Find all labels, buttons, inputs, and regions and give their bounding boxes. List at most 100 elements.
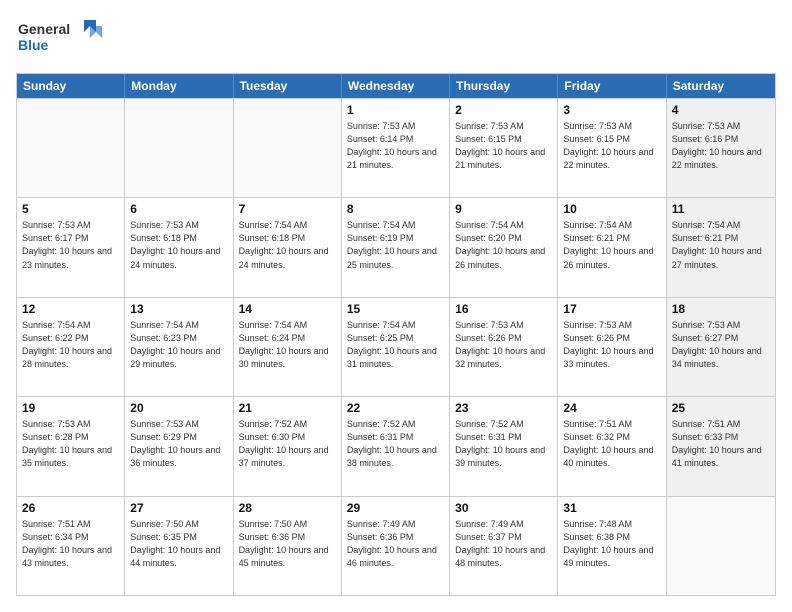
day-info: Sunrise: 7:54 AM Sunset: 6:20 PM Dayligh…	[455, 219, 552, 271]
day-number: 8	[347, 202, 444, 216]
day-number: 22	[347, 401, 444, 415]
day-info: Sunrise: 7:52 AM Sunset: 6:31 PM Dayligh…	[455, 418, 552, 470]
day-info: Sunrise: 7:52 AM Sunset: 6:30 PM Dayligh…	[239, 418, 336, 470]
day-number: 31	[563, 501, 660, 515]
cal-cell-22: 22 Sunrise: 7:52 AM Sunset: 6:31 PM Dayli…	[342, 397, 450, 495]
cal-cell-13: 13 Sunrise: 7:54 AM Sunset: 6:23 PM Dayli…	[125, 298, 233, 396]
logo: General Blue	[16, 16, 106, 63]
day-info: Sunrise: 7:53 AM Sunset: 6:18 PM Dayligh…	[130, 219, 227, 271]
weekday-header-monday: Monday	[125, 74, 233, 98]
day-number: 20	[130, 401, 227, 415]
day-info: Sunrise: 7:49 AM Sunset: 6:37 PM Dayligh…	[455, 518, 552, 570]
weekday-header-thursday: Thursday	[450, 74, 558, 98]
cal-cell-23: 23 Sunrise: 7:52 AM Sunset: 6:31 PM Dayli…	[450, 397, 558, 495]
day-info: Sunrise: 7:54 AM Sunset: 6:18 PM Dayligh…	[239, 219, 336, 271]
day-number: 5	[22, 202, 119, 216]
weekday-header-saturday: Saturday	[667, 74, 775, 98]
day-info: Sunrise: 7:52 AM Sunset: 6:31 PM Dayligh…	[347, 418, 444, 470]
day-info: Sunrise: 7:54 AM Sunset: 6:22 PM Dayligh…	[22, 319, 119, 371]
day-info: Sunrise: 7:51 AM Sunset: 6:33 PM Dayligh…	[672, 418, 770, 470]
cal-cell-11: 11 Sunrise: 7:54 AM Sunset: 6:21 PM Dayli…	[667, 198, 775, 296]
weekday-header-sunday: Sunday	[17, 74, 125, 98]
day-info: Sunrise: 7:53 AM Sunset: 6:27 PM Dayligh…	[672, 319, 770, 371]
cal-cell-17: 17 Sunrise: 7:53 AM Sunset: 6:26 PM Dayli…	[558, 298, 666, 396]
day-number: 4	[672, 103, 770, 117]
day-info: Sunrise: 7:53 AM Sunset: 6:26 PM Dayligh…	[455, 319, 552, 371]
cal-cell-empty-1	[125, 99, 233, 197]
calendar-week-2: 5 Sunrise: 7:53 AM Sunset: 6:17 PM Daylig…	[17, 197, 775, 296]
day-info: Sunrise: 7:49 AM Sunset: 6:36 PM Dayligh…	[347, 518, 444, 570]
day-info: Sunrise: 7:54 AM Sunset: 6:19 PM Dayligh…	[347, 219, 444, 271]
day-info: Sunrise: 7:50 AM Sunset: 6:36 PM Dayligh…	[239, 518, 336, 570]
cal-cell-empty-0	[17, 99, 125, 197]
day-number: 25	[672, 401, 770, 415]
day-number: 19	[22, 401, 119, 415]
svg-text:General: General	[18, 21, 70, 37]
cal-cell-21: 21 Sunrise: 7:52 AM Sunset: 6:30 PM Dayli…	[234, 397, 342, 495]
day-info: Sunrise: 7:53 AM Sunset: 6:16 PM Dayligh…	[672, 120, 770, 172]
cal-cell-empty-6	[667, 497, 775, 595]
cal-cell-31: 31 Sunrise: 7:48 AM Sunset: 6:38 PM Dayli…	[558, 497, 666, 595]
cal-cell-25: 25 Sunrise: 7:51 AM Sunset: 6:33 PM Dayli…	[667, 397, 775, 495]
day-info: Sunrise: 7:54 AM Sunset: 6:23 PM Dayligh…	[130, 319, 227, 371]
cal-cell-16: 16 Sunrise: 7:53 AM Sunset: 6:26 PM Dayli…	[450, 298, 558, 396]
svg-text:Blue: Blue	[18, 37, 49, 53]
day-number: 13	[130, 302, 227, 316]
calendar-header: SundayMondayTuesdayWednesdayThursdayFrid…	[17, 74, 775, 98]
day-info: Sunrise: 7:50 AM Sunset: 6:35 PM Dayligh…	[130, 518, 227, 570]
day-info: Sunrise: 7:54 AM Sunset: 6:25 PM Dayligh…	[347, 319, 444, 371]
day-info: Sunrise: 7:53 AM Sunset: 6:29 PM Dayligh…	[130, 418, 227, 470]
cal-cell-28: 28Sunrise: 7:50 AM Sunset: 6:36 PM Dayli…	[234, 497, 342, 595]
weekday-header-friday: Friday	[558, 74, 666, 98]
cal-cell-4: 4 Sunrise: 7:53 AM Sunset: 6:16 PM Daylig…	[667, 99, 775, 197]
cal-cell-14: 14 Sunrise: 7:54 AM Sunset: 6:24 PM Dayli…	[234, 298, 342, 396]
cal-cell-10: 10Sunrise: 7:54 AM Sunset: 6:21 PM Dayli…	[558, 198, 666, 296]
cal-cell-7: 7Sunrise: 7:54 AM Sunset: 6:18 PM Daylig…	[234, 198, 342, 296]
day-info: Sunrise: 7:53 AM Sunset: 6:15 PM Dayligh…	[455, 120, 552, 172]
calendar-week-4: 19 Sunrise: 7:53 AM Sunset: 6:28 PM Dayli…	[17, 396, 775, 495]
day-number: 12	[22, 302, 119, 316]
day-number: 27	[130, 501, 227, 515]
day-info: Sunrise: 7:53 AM Sunset: 6:26 PM Dayligh…	[563, 319, 660, 371]
weekday-header-wednesday: Wednesday	[342, 74, 450, 98]
cal-cell-6: 6 Sunrise: 7:53 AM Sunset: 6:18 PM Daylig…	[125, 198, 233, 296]
day-info: Sunrise: 7:53 AM Sunset: 6:28 PM Dayligh…	[22, 418, 119, 470]
calendar-week-5: 26Sunrise: 7:51 AM Sunset: 6:34 PM Dayli…	[17, 496, 775, 595]
cal-cell-27: 27 Sunrise: 7:50 AM Sunset: 6:35 PM Dayli…	[125, 497, 233, 595]
day-info: Sunrise: 7:54 AM Sunset: 6:21 PM Dayligh…	[672, 219, 770, 271]
day-number: 23	[455, 401, 552, 415]
calendar-body: 1Sunrise: 7:53 AM Sunset: 6:14 PM Daylig…	[17, 98, 775, 595]
cal-cell-3: 3Sunrise: 7:53 AM Sunset: 6:15 PM Daylig…	[558, 99, 666, 197]
day-info: Sunrise: 7:53 AM Sunset: 6:17 PM Dayligh…	[22, 219, 119, 271]
day-number: 14	[239, 302, 336, 316]
cal-cell-8: 8 Sunrise: 7:54 AM Sunset: 6:19 PM Daylig…	[342, 198, 450, 296]
day-number: 17	[563, 302, 660, 316]
day-info: Sunrise: 7:54 AM Sunset: 6:24 PM Dayligh…	[239, 319, 336, 371]
cal-cell-empty-2	[234, 99, 342, 197]
cal-cell-26: 26Sunrise: 7:51 AM Sunset: 6:34 PM Dayli…	[17, 497, 125, 595]
cal-cell-9: 9 Sunrise: 7:54 AM Sunset: 6:20 PM Daylig…	[450, 198, 558, 296]
cal-cell-5: 5 Sunrise: 7:53 AM Sunset: 6:17 PM Daylig…	[17, 198, 125, 296]
calendar: SundayMondayTuesdayWednesdayThursdayFrid…	[16, 73, 776, 596]
cal-cell-1: 1Sunrise: 7:53 AM Sunset: 6:14 PM Daylig…	[342, 99, 450, 197]
day-number: 16	[455, 302, 552, 316]
day-number: 9	[455, 202, 552, 216]
day-info: Sunrise: 7:51 AM Sunset: 6:32 PM Dayligh…	[563, 418, 660, 470]
day-number: 21	[239, 401, 336, 415]
day-number: 11	[672, 202, 770, 216]
day-number: 30	[455, 501, 552, 515]
cal-cell-24: 24Sunrise: 7:51 AM Sunset: 6:32 PM Dayli…	[558, 397, 666, 495]
cal-cell-19: 19 Sunrise: 7:53 AM Sunset: 6:28 PM Dayli…	[17, 397, 125, 495]
cal-cell-2: 2 Sunrise: 7:53 AM Sunset: 6:15 PM Daylig…	[450, 99, 558, 197]
day-info: Sunrise: 7:48 AM Sunset: 6:38 PM Dayligh…	[563, 518, 660, 570]
day-number: 2	[455, 103, 552, 117]
day-info: Sunrise: 7:53 AM Sunset: 6:15 PM Dayligh…	[563, 120, 660, 172]
day-number: 15	[347, 302, 444, 316]
day-number: 29	[347, 501, 444, 515]
day-number: 6	[130, 202, 227, 216]
day-number: 1	[347, 103, 444, 117]
cal-cell-20: 20 Sunrise: 7:53 AM Sunset: 6:29 PM Dayli…	[125, 397, 233, 495]
day-info: Sunrise: 7:51 AM Sunset: 6:34 PM Dayligh…	[22, 518, 119, 570]
cal-cell-30: 30 Sunrise: 7:49 AM Sunset: 6:37 PM Dayli…	[450, 497, 558, 595]
cal-cell-29: 29 Sunrise: 7:49 AM Sunset: 6:36 PM Dayli…	[342, 497, 450, 595]
